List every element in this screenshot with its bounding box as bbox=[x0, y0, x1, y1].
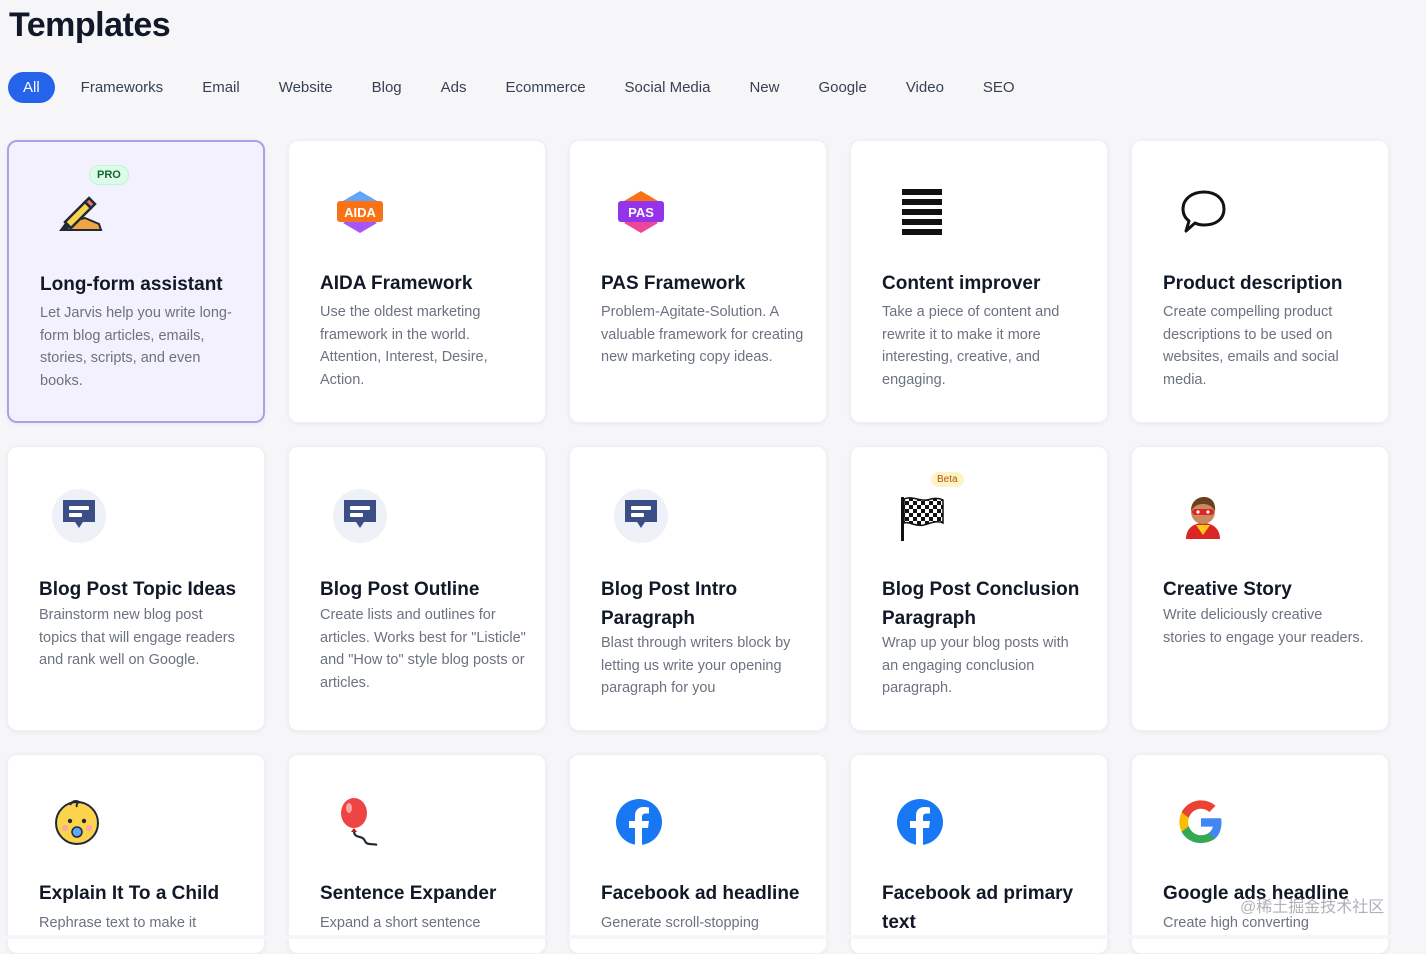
tab-email[interactable]: Email bbox=[183, 72, 259, 103]
page-title: Templates bbox=[9, 6, 171, 44]
lines-icon bbox=[897, 187, 947, 237]
beta-badge: Beta bbox=[931, 472, 964, 487]
card-title: Blog Post Conclusion Paragraph bbox=[882, 579, 1080, 629]
template-card-blog-post-intro-paragraph[interactable]: Blog Post Intro Paragraph Blast through … bbox=[569, 446, 827, 731]
card-title: Product description bbox=[1163, 273, 1343, 294]
card-title: Blog Post Intro Paragraph bbox=[601, 579, 738, 629]
card-title: Content improver bbox=[882, 273, 1041, 294]
template-card-aida-framework[interactable]: AIDA AIDA Framework Use the oldest marke… bbox=[288, 140, 546, 423]
template-card-google-ads-headline[interactable]: Google ads headline Create high converti… bbox=[1131, 754, 1389, 954]
baby-icon bbox=[52, 797, 102, 847]
aida-icon-text: AIDA bbox=[344, 205, 376, 220]
template-card-blog-post-topic-ideas[interactable]: Blog Post Topic Ideas Brainstorm new blo… bbox=[7, 446, 265, 731]
template-card-facebook-ad-primary-text[interactable]: Facebook ad primary text bbox=[850, 754, 1108, 954]
balloon-icon bbox=[333, 797, 383, 847]
pas-icon-text: PAS bbox=[628, 205, 654, 220]
card-title: Blog Post Outline bbox=[320, 579, 480, 600]
template-card-pas-framework[interactable]: PAS PAS Framework Problem-Agitate-Soluti… bbox=[569, 140, 827, 423]
card-title: Facebook ad headline bbox=[601, 883, 800, 904]
template-card-sentence-expander[interactable]: Sentence Expander Expand a short sentenc… bbox=[288, 754, 546, 954]
card-description: Use the oldest marketing framework in th… bbox=[320, 304, 488, 388]
card-description: Expand a short sentence bbox=[320, 915, 481, 931]
tab-website[interactable]: Website bbox=[260, 72, 352, 103]
card-description: Blast through writers block by letting u… bbox=[601, 635, 791, 697]
message-icon bbox=[332, 488, 388, 544]
speech-bubble-icon bbox=[1178, 187, 1228, 237]
card-title: Sentence Expander bbox=[320, 883, 497, 904]
card-description: Create lists and outlines for articles. … bbox=[320, 607, 526, 691]
card-description: Problem-Agitate-Solution. A valuable fra… bbox=[601, 304, 804, 366]
tab-google[interactable]: Google bbox=[799, 72, 885, 103]
template-card-facebook-ad-headline[interactable]: Facebook ad headline Generate scroll-sto… bbox=[569, 754, 827, 954]
message-icon bbox=[613, 488, 669, 544]
template-card-blog-post-conclusion-paragraph[interactable]: Beta Blog Post Conclusion Paragraph Wrap… bbox=[850, 446, 1108, 731]
category-tabs: All Frameworks Email Website Blog Ads Ec… bbox=[8, 72, 1035, 103]
tab-ecommerce[interactable]: Ecommerce bbox=[487, 72, 605, 103]
card-description: Generate scroll-stopping bbox=[601, 915, 759, 931]
card-title: AIDA Framework bbox=[320, 273, 473, 294]
pro-badge: PRO bbox=[89, 165, 129, 185]
tab-ads[interactable]: Ads bbox=[422, 72, 486, 103]
facebook-icon bbox=[895, 797, 945, 847]
template-card-product-description[interactable]: Product description Create compelling pr… bbox=[1131, 140, 1389, 423]
card-description: Wrap up your blog posts with an engaging… bbox=[882, 635, 1069, 697]
template-card-content-improver[interactable]: Content improver Take a piece of content… bbox=[850, 140, 1108, 423]
card-description: Write deliciously creative stories to en… bbox=[1163, 607, 1364, 646]
tab-blog[interactable]: Blog bbox=[353, 72, 421, 103]
bottom-edge bbox=[0, 935, 1426, 939]
card-title: Explain It To a Child bbox=[39, 883, 220, 904]
superhero-icon bbox=[1178, 493, 1228, 543]
facebook-icon bbox=[614, 797, 664, 847]
card-title: Creative Story bbox=[1163, 579, 1292, 600]
pencil-icon bbox=[55, 188, 105, 238]
template-card-creative-story[interactable]: Creative Story Write deliciously creativ… bbox=[1131, 446, 1389, 731]
card-description: Rephrase text to make it bbox=[39, 915, 197, 931]
tab-social-media[interactable]: Social Media bbox=[606, 72, 730, 103]
checkered-flag-icon bbox=[897, 493, 947, 543]
template-card-blog-post-outline[interactable]: Blog Post Outline Create lists and outli… bbox=[288, 446, 546, 731]
card-description: Create compelling product descriptions t… bbox=[1163, 304, 1339, 388]
aida-icon: AIDA bbox=[335, 187, 385, 237]
card-title: Blog Post Topic Ideas bbox=[39, 579, 237, 600]
card-description: Let Jarvis help you write long-form blog… bbox=[40, 305, 232, 389]
card-description: Brainstorm new blog post topics that wil… bbox=[39, 607, 235, 669]
template-card-long-form-assistant[interactable]: PRO Long-form assistant Let Jarvis help … bbox=[7, 140, 265, 423]
tab-all[interactable]: All bbox=[8, 72, 55, 103]
pas-icon: PAS bbox=[616, 187, 666, 237]
google-icon bbox=[1176, 797, 1226, 847]
message-icon bbox=[51, 488, 107, 544]
card-title: Long-form assistant bbox=[40, 274, 223, 295]
tab-new[interactable]: New bbox=[730, 72, 798, 103]
tab-video[interactable]: Video bbox=[887, 72, 963, 103]
card-title: PAS Framework bbox=[601, 273, 746, 294]
tab-seo[interactable]: SEO bbox=[964, 72, 1034, 103]
template-card-explain-it-to-a-child[interactable]: Explain It To a Child Rephrase text to m… bbox=[7, 754, 265, 954]
card-title: Facebook ad primary text bbox=[882, 883, 1074, 933]
tab-frameworks[interactable]: Frameworks bbox=[62, 72, 183, 103]
card-description: Take a piece of content and rewrite it t… bbox=[882, 304, 1060, 388]
watermark-text: @稀土掘金技术社区 bbox=[1240, 899, 1385, 916]
